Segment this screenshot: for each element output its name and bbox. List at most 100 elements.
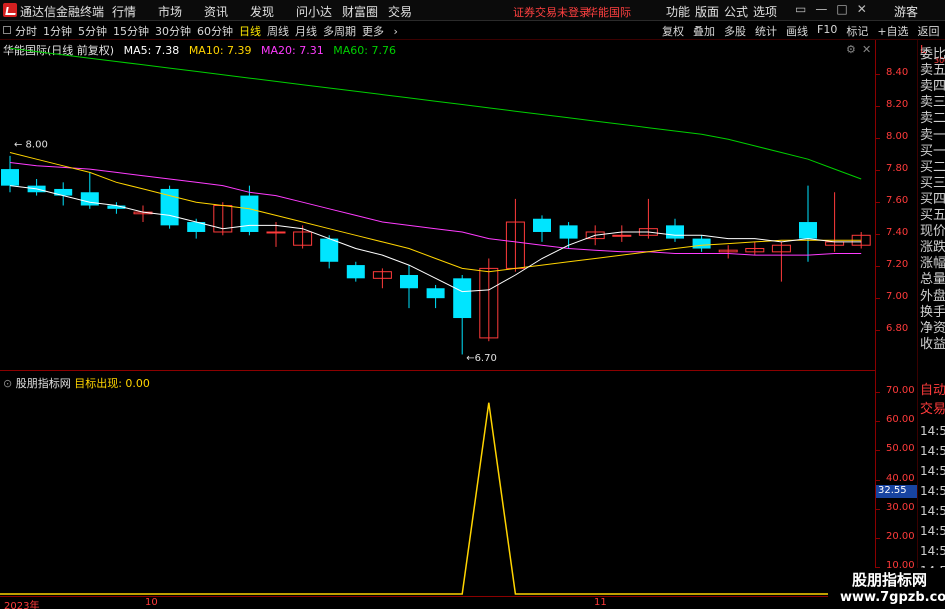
period-tab-1min[interactable]: 1分钟 [43,23,72,39]
candle-body [612,234,632,237]
window-controls: ▭ — □ ✕ [795,2,867,16]
price-tick-label: 6.80 [886,323,909,334]
menu-item-options[interactable]: 选项 [753,3,782,20]
ma5-line [9,185,862,293]
period-tab-daily[interactable]: 日线 [239,23,261,39]
menu-item-trade[interactable]: 交易 [388,3,434,20]
period-tab-timeshare[interactable]: 分时 [15,23,37,39]
price-axis: 8.40 8.20 8.00 7.80 7.60 7.40 7.20 7.00 6.80 70.… [875,40,918,609]
quote-field-8: 买三 [920,175,945,191]
price-tick-label: 7.20 [886,259,909,270]
indicator-tick-mark [876,479,880,481]
period-tab-more[interactable]: 更多 › [362,23,404,39]
date-label-oct: 10 [145,597,158,608]
candle-body [533,218,551,232]
watermark: 股朋指标网 www.7gpzb.com [828,568,945,609]
indicator-tick-mark [876,508,880,510]
broker-name: 华能国际 [587,6,631,19]
low-marker: ←6.70 [466,353,497,364]
period-tab-15min[interactable]: 15分钟 [113,23,149,39]
maximize-icon[interactable]: □ [836,2,847,16]
more-label: 更多 [362,25,384,38]
menu-item-layout[interactable]: 版面 [695,3,724,20]
indicator-panel[interactable]: ⊙ 股朋指标网 目标出现: 0.00 [0,372,875,597]
high-marker: ← 8.00 [14,140,48,151]
quote-time-6: 14:56 [920,544,945,558]
period-tab-30min[interactable]: 30分钟 [155,23,191,39]
candle-body [346,265,365,279]
price-chart-panel[interactable]: 华能国际(日线 前复权) MA5: 7.38 MA10: 7.39 MA20: … [0,40,875,371]
ma20-line [9,162,862,256]
period-tab-weekly[interactable]: 周线 [267,23,289,39]
period-tab-monthly[interactable]: 月线 [295,23,317,39]
price-tick-mark [876,266,880,267]
quote-field-11: 现价 [920,224,945,240]
statistics-button[interactable]: 统计 [755,23,777,39]
menu-item-wealth[interactable]: 财富圈 [342,3,388,20]
quote-field-6: 买一 [920,143,945,159]
price-tick-mark [876,234,880,235]
indicator-tick-mark [876,421,880,423]
menu-item-function[interactable]: 功能 [666,3,695,20]
candle-body [400,275,418,289]
menu-item-discover[interactable]: 发现 [250,3,296,20]
quote-lower-1[interactable]: 交易 [920,402,945,418]
indicator-line [0,402,875,595]
price-tick-mark [876,138,880,139]
restore-rights-button[interactable]: 复权 [662,23,684,39]
quote-time-0: 14:56 [920,424,945,438]
toolbar-toggle-icon[interactable] [3,26,11,34]
skin-icon[interactable]: ▭ [795,2,806,16]
menu-item-market[interactable]: 行情 [112,3,158,20]
period-tab-5min[interactable]: 5分钟 [78,23,107,39]
period-toolbar: 分时 1分钟 5分钟 15分钟 30分钟 60分钟 日线 周线 月线 多周期 更… [0,21,945,40]
price-tick-label: 8.00 [886,131,909,142]
price-tick-mark [876,330,880,331]
guest-user[interactable]: 游客 [894,3,918,20]
quote-field-18: 收益 [920,336,945,352]
mark-button[interactable]: 标记 [846,23,868,39]
candle-body [666,225,684,239]
menu-item-news[interactable]: 资讯 [204,3,250,20]
period-tab-60min[interactable]: 60分钟 [197,23,233,39]
indicator-tick-label: 40.00 [886,472,915,484]
login-warning[interactable]: 证券交易未登录 [513,4,590,20]
price-tick-mark [876,298,880,299]
f10-button[interactable]: F10 [817,23,837,39]
minimize-icon[interactable]: — [815,2,827,16]
price-tick-mark [876,202,880,203]
quote-time-3: 14:56 [920,484,945,498]
price-tick-label: 7.00 [886,291,909,302]
quote-time-4: 14:56 [920,504,945,518]
quote-lower-0[interactable]: 自动 [920,383,945,399]
quote-field-14: 总量 [920,272,945,288]
close-icon[interactable]: ✕ [857,2,867,16]
back-button[interactable]: 返回 [918,23,940,39]
multi-stock-button[interactable]: 多股 [724,23,746,39]
period-tab-multi[interactable]: 多周期 [323,23,356,39]
quote-field-16: 换手 [920,304,945,320]
menu-item-ask[interactable]: 问小达 [296,3,342,20]
menu-item-formula[interactable]: 公式 [724,3,753,20]
overlay-button[interactable]: 叠加 [693,23,715,39]
draw-line-button[interactable]: 画线 [786,23,808,39]
price-tick-label: 8.40 [886,67,909,78]
add-watchlist-button[interactable]: +自选 [877,23,908,39]
quote-field-5: 卖一 [920,127,945,143]
indicator-chart [0,402,875,595]
menu-item-exchange[interactable]: 市场 [158,3,204,20]
quote-field-10: 买五 [920,208,945,223]
candle-body [426,288,445,299]
quote-field-7: 买二 [920,159,945,175]
price-tick-label: 8.20 [886,99,909,110]
right-menu: 功能 版面 公式 选项 [666,3,782,20]
indicator-tick-label: 70.00 [886,385,915,396]
quote-field-2: 卖四 [920,79,945,95]
price-tick-mark [876,170,880,171]
quote-time-1: 14:56 [920,444,945,458]
candle-body [80,192,99,206]
price-tick-label: 7.40 [886,227,909,238]
indicator-tick-label: 30.00 [886,501,915,513]
ma60-line [9,47,862,180]
date-label-nov: 11 [594,597,607,608]
